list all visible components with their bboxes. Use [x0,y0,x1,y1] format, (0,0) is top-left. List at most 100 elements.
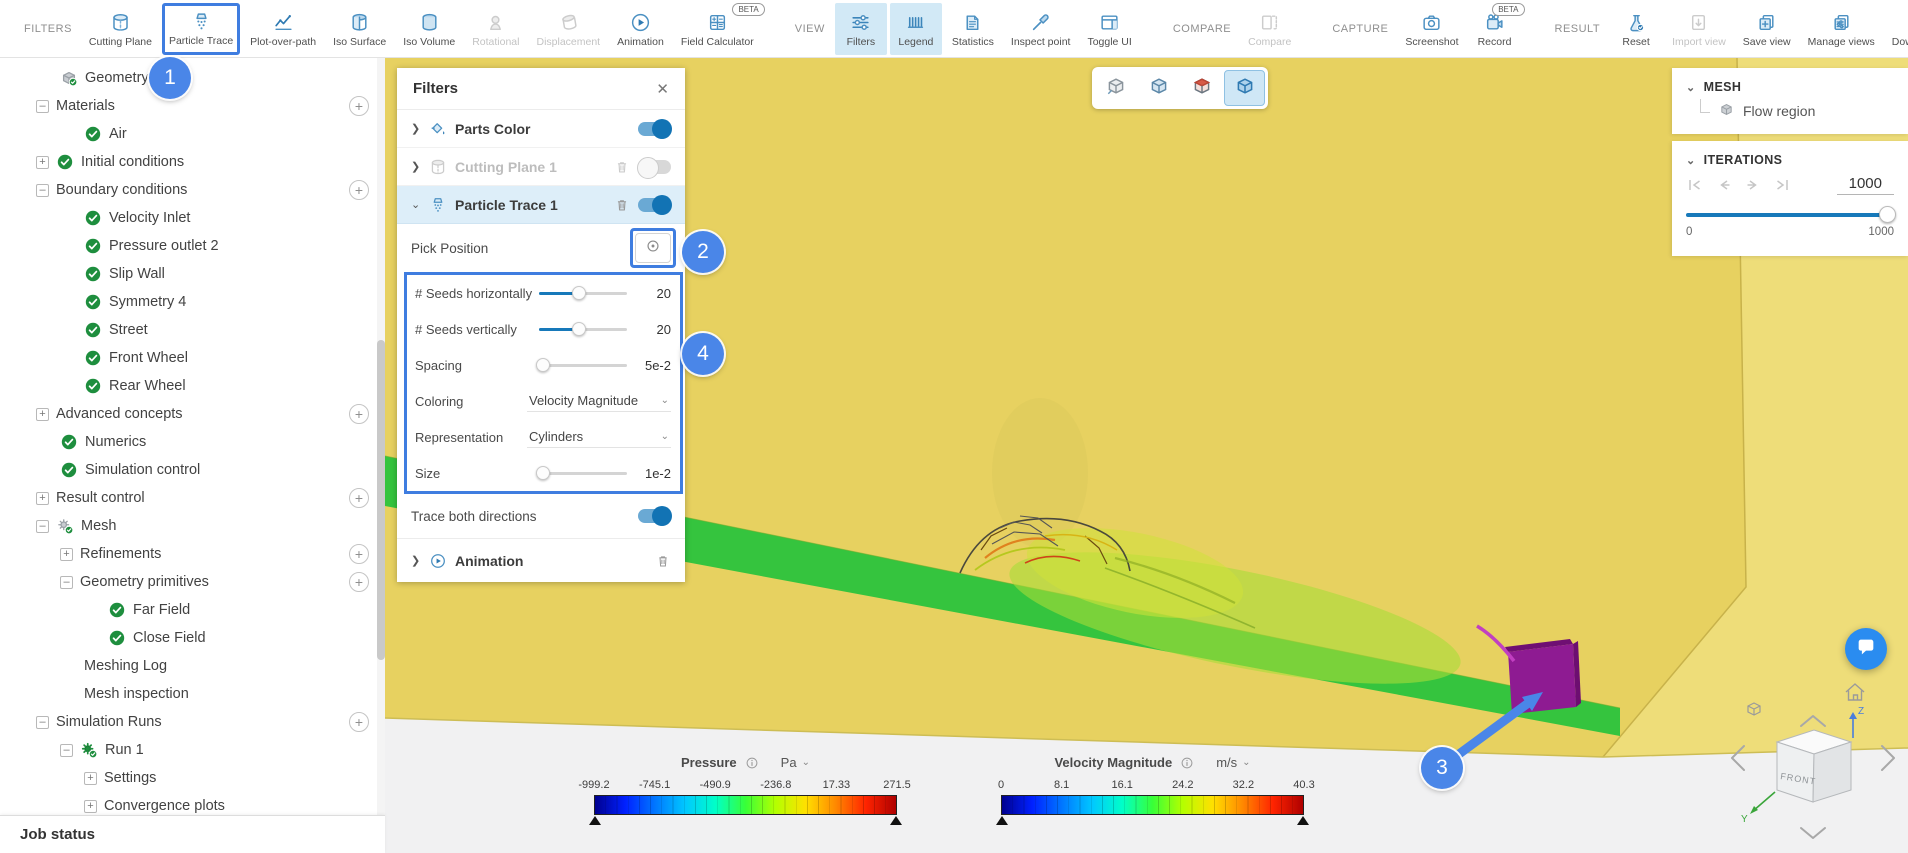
trash-icon[interactable] [655,553,671,569]
collapse-minus-icon[interactable]: – [60,744,73,757]
collapse-minus-icon[interactable]: – [60,576,73,589]
first-iteration-button[interactable] [1686,177,1704,193]
visibility-toggle[interactable] [638,198,671,212]
slider-knob[interactable] [536,466,550,480]
mesh-item-flow-region[interactable]: Flow region [1672,94,1908,121]
toolbar-button-animation[interactable]: Animation [610,3,671,55]
toolbar-button-reset[interactable]: Reset [1610,3,1662,55]
add-item-button[interactable]: + [349,712,369,732]
next-iteration-button[interactable] [1744,177,1762,193]
tree-item-advanced-concepts[interactable]: +Advanced concepts+ [0,400,385,428]
collapse-minus-icon[interactable]: – [36,716,49,729]
perspective-cube-button[interactable] [1095,70,1136,106]
previous-iteration-button[interactable] [1715,177,1733,193]
add-item-button[interactable]: + [349,96,369,116]
tree-item-result-control[interactable]: +Result control+ [0,484,385,512]
support-chat-button[interactable] [1845,628,1887,670]
tree-item-materials[interactable]: –Materials+ [0,92,385,120]
parameter-slider[interactable] [539,466,627,480]
sidebar-scrollbar[interactable] [377,58,385,815]
toolbar-button-field-calculator[interactable]: BETAField Calculator [674,3,761,55]
expand-plus-icon[interactable]: + [84,772,97,785]
toolbar-button-statistics[interactable]: Statistics [945,3,1001,55]
toolbar-button-iso-volume[interactable]: Iso Volume [396,3,462,55]
tree-item-slip-wall[interactable]: Slip Wall [0,260,385,288]
collapse-minus-icon[interactable]: – [36,520,49,533]
add-item-button[interactable]: + [349,488,369,508]
tree-item-symmetry-4[interactable]: Symmetry 4 [0,288,385,316]
tree-item-geometry[interactable]: Geometry [0,64,385,92]
tree-item-mesh[interactable]: –Mesh [0,512,385,540]
sidebar-scrollbar-thumb[interactable] [377,340,385,660]
pick-position-button[interactable] [635,233,671,263]
toolbar-button-cutting-plane[interactable]: Cutting Plane [82,3,159,55]
trace-both-directions-toggle[interactable] [638,509,671,523]
job-status-bar[interactable]: Job status [0,815,385,853]
tree-item-rear-wheel[interactable]: Rear Wheel [0,372,385,400]
info-icon[interactable] [1180,756,1194,770]
add-item-button[interactable]: + [349,572,369,592]
collapse-minus-icon[interactable]: – [36,100,49,113]
iteration-slider[interactable] [1686,207,1894,223]
unit-select[interactable]: m/s⌄ [1216,755,1250,770]
animation-section-row[interactable]: ❯ Animation [397,538,685,582]
tree-item-close-field[interactable]: Close Field [0,624,385,652]
tree-item-settings[interactable]: +Settings [0,764,385,792]
iteration-value-input[interactable]: 1000 [1837,175,1894,195]
tree-item-run-1[interactable]: –Run 1 [0,736,385,764]
chevron-down-icon[interactable]: ⌄ [411,198,421,211]
toolbar-button-download[interactable]: Download [1885,3,1908,55]
iterations-panel-title-row[interactable]: ⌄ ITERATIONS [1672,141,1908,167]
iteration-slider-knob[interactable] [1879,206,1896,223]
unit-select[interactable]: Pa⌄ [781,755,810,770]
tree-item-convergence-plots[interactable]: +Convergence plots [0,792,385,815]
toolbar-button-legend[interactable]: Legend [890,3,942,55]
chevron-down-icon[interactable]: ⌄ [1686,81,1696,94]
collapse-minus-icon[interactable]: – [36,184,49,197]
toolbar-button-iso-surface[interactable]: Iso Surface [326,3,393,55]
parameter-slider[interactable] [539,322,627,336]
toolbar-button-record[interactable]: BETARecord [1469,3,1521,55]
toolbar-button-particle-trace[interactable]: Particle Trace [162,3,240,55]
toolbar-button-manage-views[interactable]: Manage views [1801,3,1882,55]
select-cube-button[interactable] [1224,70,1265,106]
expand-plus-icon[interactable]: + [36,492,49,505]
visibility-toggle[interactable] [638,160,671,174]
parameter-slider[interactable] [539,286,627,300]
tree-item-pressure-outlet-2[interactable]: Pressure outlet 2 [0,232,385,260]
cube-mode-icon[interactable] [1748,703,1760,715]
tree-item-meshing-log[interactable]: Meshing Log [0,652,385,680]
tree-item-boundary-conditions[interactable]: –Boundary conditions+ [0,176,385,204]
toolbar-button-filters[interactable]: Filters [835,3,887,55]
slider-knob[interactable] [572,322,586,336]
tree-item-far-field[interactable]: Far Field [0,596,385,624]
parameter-select-representation[interactable]: Cylinders⌄ [527,426,671,448]
orientation-cube[interactable]: FRONT [1777,730,1851,802]
tree-item-simulation-control[interactable]: Simulation control [0,456,385,484]
rotate-down-chevron[interactable] [1801,828,1825,838]
toolbar-button-plot-over-path[interactable]: Plot-over-path [243,3,323,55]
tree-item-refinements[interactable]: +Refinements+ [0,540,385,568]
tree-item-mesh-inspection[interactable]: Mesh inspection [0,680,385,708]
tree-item-geometry-primitives[interactable]: –Geometry primitives+ [0,568,385,596]
slider-knob[interactable] [572,286,586,300]
visibility-toggle[interactable] [638,122,671,136]
parameter-select-coloring[interactable]: Velocity Magnitude⌄ [527,390,671,412]
tree-item-numerics[interactable]: Numerics [0,428,385,456]
mesh-panel-title-row[interactable]: ⌄ MESH [1672,68,1908,94]
add-item-button[interactable]: + [349,404,369,424]
close-icon[interactable]: ✕ [656,80,669,98]
slider-knob[interactable] [536,358,550,372]
add-item-button[interactable]: + [349,544,369,564]
toolbar-button-save-view[interactable]: Save view [1736,3,1798,55]
expand-plus-icon[interactable]: + [60,548,73,561]
trash-icon[interactable] [614,197,630,213]
toolbar-button-inspect-point[interactable]: Inspect point [1004,3,1078,55]
tree-item-initial-conditions[interactable]: +Initial conditions [0,148,385,176]
expand-plus-icon[interactable]: + [36,156,49,169]
info-icon[interactable] [745,756,759,770]
home-view-icon[interactable] [1846,684,1864,700]
toolbar-button-toggle-ui[interactable]: Toggle UI [1080,3,1138,55]
parameter-slider[interactable] [539,358,627,372]
tree-item-air[interactable]: Air [0,120,385,148]
